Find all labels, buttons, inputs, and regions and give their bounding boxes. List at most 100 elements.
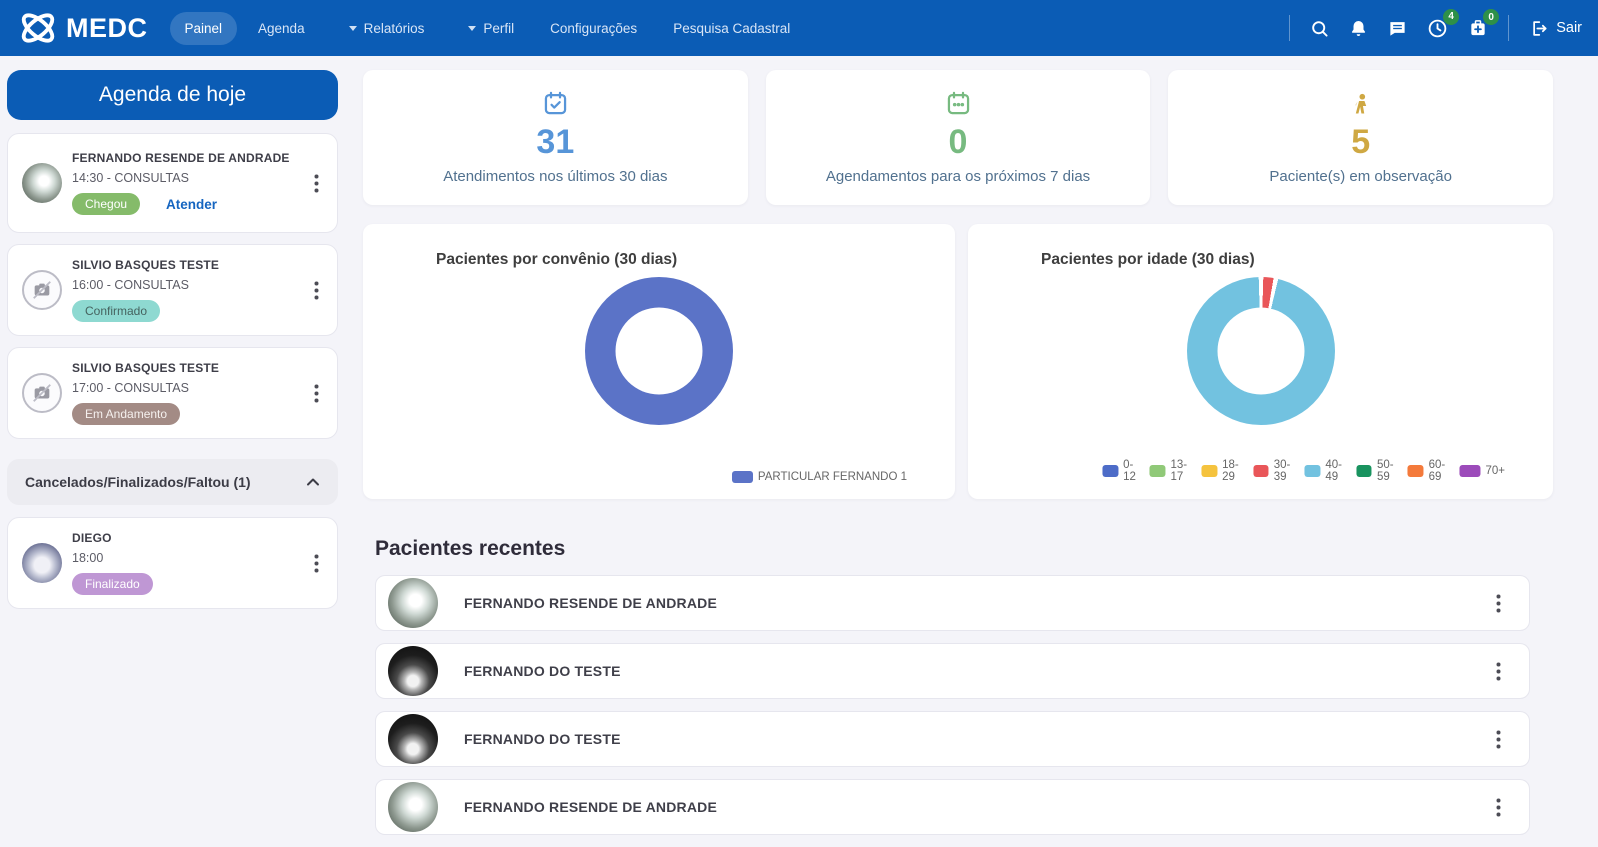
appointment-time: 18:00 [72, 551, 104, 565]
cancelados-section-header[interactable]: Cancelados/Finalizados/Faltou (1) [7, 459, 338, 505]
stat-label: Agendamentos para os próximos 7 dias [825, 168, 1091, 185]
messages-chat-icon[interactable] [1388, 19, 1407, 38]
chevron-up-icon[interactable] [306, 477, 320, 487]
appointment-card[interactable]: FERNANDO RESENDE DE ANDRADE 14:30 - CONS… [7, 133, 338, 233]
chart-legend: PARTICULAR FERNANDO 1 [731, 471, 907, 483]
no-photo-avatar [22, 373, 62, 413]
avatar [388, 646, 438, 696]
stat-value: 5 [1351, 122, 1371, 161]
brand-name: MEDC [66, 12, 148, 43]
brand-logo[interactable]: MEDC [16, 6, 148, 50]
chart-idade-card: Pacientes por idade (30 dias) 0-12 13-17… [968, 224, 1553, 499]
avatar [388, 714, 438, 764]
top-navbar: MEDC Painel Agenda Relatórios Perfil Con… [0, 0, 1598, 56]
legend-item[interactable]: 50-59 [1356, 459, 1399, 483]
divider [1289, 15, 1291, 41]
stats-row: 31 Atendimentos nos últimos 30 dias 0 Ag… [363, 70, 1554, 205]
patient-name: DIEGO [72, 531, 112, 545]
kebab-menu-icon[interactable] [1492, 726, 1505, 753]
nav-item-configuracoes[interactable]: Configurações [535, 12, 652, 45]
status-badge: Finalizado [72, 573, 153, 595]
recent-patients-title: Pacientes recentes [375, 537, 566, 560]
recent-patient-row[interactable]: FERNANDO RESENDE DE ANDRADE [375, 779, 1530, 835]
atender-link[interactable]: Atender [166, 197, 217, 212]
avatar [388, 578, 438, 628]
stat-value: 31 [536, 123, 575, 161]
chart-legend: 0-12 13-17 18-29 30-39 40-49 50-59 60-69… [1101, 459, 1505, 483]
logout-icon [1529, 19, 1548, 38]
patient-name: FERNANDO RESENDE DE ANDRADE [72, 151, 290, 165]
section-title: Cancelados/Finalizados/Faltou (1) [25, 474, 251, 490]
appointment-card[interactable]: SILVIO BASQUES TESTE 16:00 - CONSULTAS C… [7, 244, 338, 336]
appointment-card[interactable]: DIEGO 18:00 Finalizado [7, 517, 338, 609]
kebab-menu-icon[interactable] [310, 277, 323, 304]
appointment-time: 17:00 - CONSULTAS [72, 381, 189, 395]
patient-name: SILVIO BASQUES TESTE [72, 361, 220, 375]
kebab-menu-icon[interactable] [310, 550, 323, 577]
nav-item-agenda[interactable]: Agenda [243, 12, 320, 45]
calendar-check-icon [542, 90, 569, 117]
patient-icon [1348, 91, 1374, 117]
nav-links: Painel Agenda Relatórios Perfil Configur… [169, 11, 1290, 45]
search-icon[interactable] [1310, 19, 1329, 38]
patient-name: FERNANDO DO TESTE [464, 663, 621, 679]
status-badge: Em Andamento [72, 403, 181, 425]
nav-item-relatorios[interactable]: Relatórios [334, 12, 440, 45]
logout-label: Sair [1556, 20, 1582, 36]
medkit-icon[interactable]: 0 [1468, 9, 1500, 38]
notifications-bell-icon[interactable] [1349, 19, 1368, 38]
status-badge: Chegou [72, 193, 141, 215]
chart-title: Pacientes por convênio (30 dias) [436, 251, 678, 268]
nav-item-pesquisa-cadastral[interactable]: Pesquisa Cadastral [658, 12, 805, 45]
kebab-menu-icon[interactable] [310, 170, 323, 197]
legend-item[interactable]: 18-29 [1201, 459, 1244, 483]
recent-patient-row[interactable]: FERNANDO DO TESTE [375, 711, 1530, 767]
clock-badge-count: 4 [1443, 8, 1460, 25]
legend-item[interactable]: PARTICULAR FERNANDO 1 [731, 471, 907, 483]
legend-item[interactable]: 70+ [1459, 465, 1505, 477]
idade-doughnut-chart[interactable] [1186, 277, 1335, 425]
recent-patient-row[interactable]: FERNANDO RESENDE DE ANDRADE [375, 575, 1530, 631]
agenda-de-hoje-button[interactable]: Agenda de hoje [7, 70, 338, 120]
logout-button[interactable]: Sair [1529, 19, 1582, 38]
legend-item[interactable]: 30-39 [1253, 459, 1296, 483]
avatar [22, 163, 62, 203]
patient-name: FERNANDO RESENDE DE ANDRADE [464, 595, 718, 611]
nav-item-perfil[interactable]: Perfil [453, 12, 529, 45]
waiting-clock-icon[interactable]: 4 [1427, 8, 1460, 39]
kebab-menu-icon[interactable] [1492, 658, 1505, 685]
chart-convenio-card: Pacientes por convênio (30 dias) PARTICU… [363, 224, 955, 499]
chart-title: Pacientes por idade (30 dias) [1041, 251, 1255, 268]
stat-card-atendimentos: 31 Atendimentos nos últimos 30 dias [363, 70, 748, 205]
recent-patient-row[interactable]: FERNANDO DO TESTE [375, 643, 1530, 699]
legend-item[interactable]: 0-12 [1101, 459, 1141, 483]
avatar [388, 782, 438, 832]
legend-item[interactable]: 40-49 [1304, 459, 1348, 483]
atom-logo-icon [16, 6, 60, 50]
stat-label: Paciente(s) em observação [1269, 167, 1452, 185]
kebab-menu-icon[interactable] [1492, 794, 1505, 821]
kebab-menu-icon[interactable] [310, 380, 323, 407]
medkit-badge-count: 0 [1483, 9, 1500, 25]
main-content: 31 Atendimentos nos últimos 30 dias 0 Ag… [363, 70, 1554, 847]
nav-item-painel[interactable]: Painel [169, 11, 238, 45]
status-badge: Confirmado [72, 300, 161, 322]
nav-actions: 4 0 Sair [1289, 8, 1582, 41]
legend-item[interactable]: 60-69 [1407, 459, 1451, 483]
divider [1508, 15, 1510, 41]
kebab-menu-icon[interactable] [1492, 590, 1505, 617]
convenio-doughnut-chart[interactable] [585, 277, 733, 425]
appointment-time: 16:00 - CONSULTAS [72, 278, 189, 292]
appointment-card[interactable]: SILVIO BASQUES TESTE 17:00 - CONSULTAS E… [7, 347, 338, 439]
stat-value: 0 [948, 123, 968, 161]
appointment-time: 14:30 - CONSULTAS [72, 171, 189, 185]
chevron-down-icon [468, 25, 477, 31]
stat-card-agendamentos: 0 Agendamentos para os próximos 7 dias [765, 70, 1151, 205]
sidebar: Agenda de hoje FERNANDO RESENDE DE ANDRA… [7, 70, 338, 620]
no-photo-avatar [22, 270, 62, 310]
calendar-week-icon [945, 90, 972, 117]
legend-item[interactable]: 13-17 [1149, 459, 1193, 483]
charts-row: Pacientes por convênio (30 dias) PARTICU… [363, 224, 1553, 499]
patient-name: FERNANDO DO TESTE [464, 731, 621, 747]
avatar [22, 543, 62, 583]
